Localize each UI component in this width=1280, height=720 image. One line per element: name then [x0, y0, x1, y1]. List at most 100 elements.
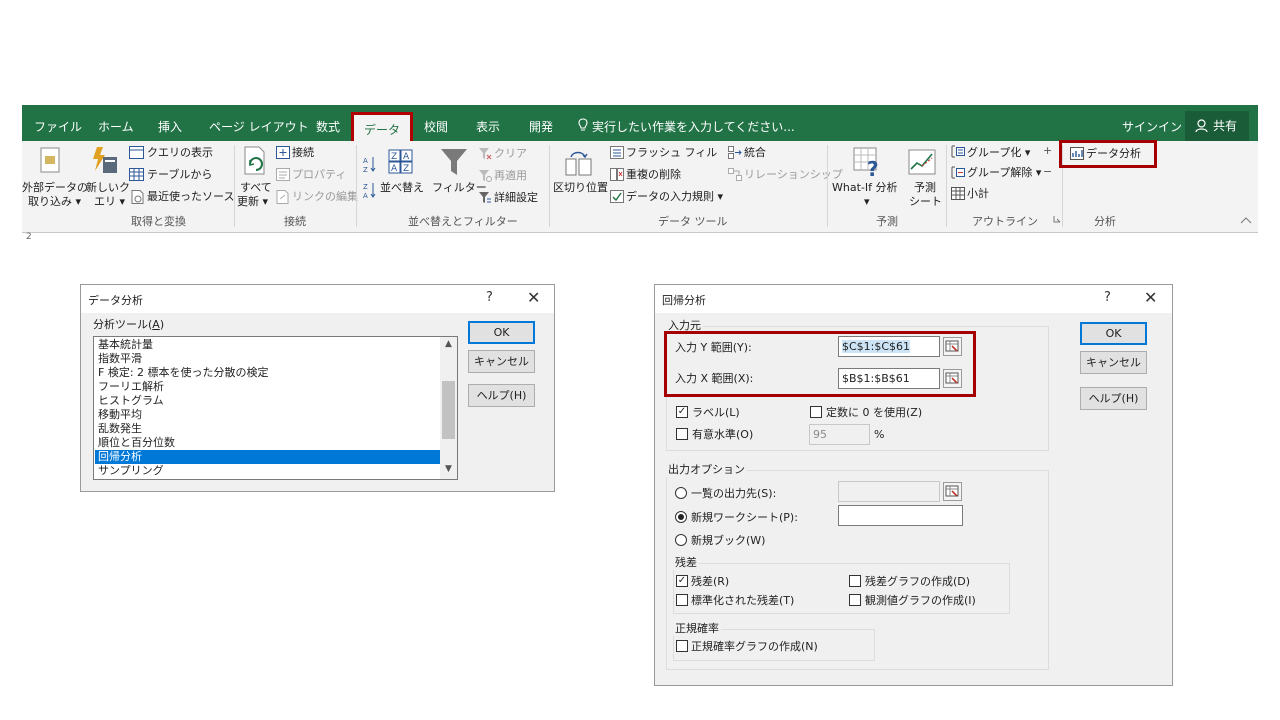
help-icon[interactable]: ? [1104, 290, 1111, 305]
what-if-analysis-label-1[interactable]: What-If 分析 [832, 181, 897, 195]
recent-sources-button[interactable]: 最近使ったソース [147, 190, 234, 204]
list-item[interactable]: フーリエ解析 [95, 380, 441, 394]
remove-duplicates-button[interactable]: 重複の削除 [626, 168, 681, 182]
y-range-value: $C$1:$C$61 [842, 340, 911, 353]
radio-selected-dot [678, 514, 684, 520]
output-range-input[interactable] [838, 481, 940, 502]
text-to-columns-button[interactable]: 区切り位置 [553, 181, 608, 195]
new-worksheet-input[interactable] [838, 505, 963, 526]
confidence-level-input[interactable]: 95 [809, 424, 870, 445]
ok-button[interactable]: OK [468, 321, 535, 344]
collapse-ribbon-icon[interactable] [1240, 217, 1252, 225]
y-range-input[interactable]: $C$1:$C$61 [838, 336, 940, 357]
list-item[interactable]: 順位と百分位数 [95, 436, 441, 450]
tab-page-layout[interactable]: ページ レイアウト [209, 105, 309, 141]
output-range-ref-button[interactable] [943, 482, 962, 501]
range-select-icon [945, 372, 959, 384]
list-item[interactable]: 移動平均 [95, 408, 441, 422]
refresh-all-label-2[interactable]: 更新 ▾ [237, 195, 268, 209]
clear-button[interactable]: クリア [494, 147, 527, 161]
scroll-up-icon[interactable]: ▲ [440, 339, 457, 349]
scroll-down-icon[interactable]: ▼ [440, 464, 457, 474]
ok-button[interactable]: OK [1080, 322, 1147, 345]
from-table-button[interactable]: テーブルから [147, 168, 212, 182]
advanced-button[interactable]: 詳細設定 [494, 191, 538, 205]
tab-view[interactable]: 表示 [476, 105, 500, 141]
tell-me-box[interactable]: 実行したい作業を入力してください... [578, 105, 795, 141]
help-button[interactable]: ヘルプ(H) [1080, 387, 1147, 410]
data-analysis-button[interactable]: データ分析 [1086, 147, 1141, 161]
tab-data[interactable]: データ [351, 112, 414, 142]
tab-file[interactable]: ファイル [34, 105, 82, 141]
y-range-ref-button[interactable] [943, 337, 962, 356]
consolidate-button[interactable]: 統合 [744, 146, 766, 160]
collapse-detail-icon[interactable]: − [1043, 165, 1052, 178]
analysis-tools-listbox[interactable]: 基本統計量 指数平滑 F 検定: 2 標本を使った分散の検定 フーリエ解析 ヒス… [93, 336, 458, 480]
tab-developer[interactable]: 開発 [529, 105, 553, 141]
help-button[interactable]: ヘルプ(H) [468, 384, 535, 407]
forecast-sheet-label-1[interactable]: 予測 [914, 181, 936, 195]
refresh-all-label-1[interactable]: すべて [240, 181, 272, 195]
scrollbar-thumb[interactable] [442, 381, 455, 439]
connections-button[interactable]: 接続 [292, 146, 314, 160]
sort-button[interactable]: 並べ替え [380, 181, 424, 195]
x-range-ref-button[interactable] [943, 369, 962, 388]
list-item[interactable]: 乱数発生 [95, 422, 441, 436]
new-workbook-radio[interactable] [675, 534, 687, 546]
tab-formulas[interactable]: 数式 [316, 105, 340, 141]
forecast-sheet-label-2[interactable]: シート [909, 195, 942, 209]
data-validation-button[interactable]: データの入力規則 ▾ [626, 190, 723, 204]
tab-review[interactable]: 校閲 [424, 105, 448, 141]
share-button[interactable]: 共有 [1185, 111, 1249, 141]
properties-button[interactable]: プロパティ [292, 168, 346, 182]
line-fit-plots-checkbox[interactable] [849, 594, 861, 606]
standardized-residuals-checkbox[interactable] [676, 594, 688, 606]
cancel-button[interactable]: キャンセル [468, 350, 535, 373]
sign-in-link[interactable]: サインイン [1122, 105, 1182, 141]
output-options-title: 出力オプション [666, 463, 747, 477]
close-icon[interactable]: ✕ [527, 288, 540, 307]
dialog-launcher-icon[interactable] [1053, 215, 1061, 223]
close-icon[interactable]: ✕ [1144, 288, 1157, 307]
list-item[interactable]: ヒストグラム [95, 394, 441, 408]
output-range-radio[interactable] [675, 487, 687, 499]
new-query-label-2[interactable]: エリ ▾ [94, 195, 125, 209]
reapply-button[interactable]: 再適用 [494, 169, 527, 183]
list-item[interactable]: 回帰分析 [95, 450, 441, 464]
normal-probability-label: 正規確率グラフの作成(N) [691, 640, 818, 653]
residual-plots-checkbox[interactable] [849, 575, 861, 587]
tab-insert[interactable]: 挿入 [158, 105, 182, 141]
cancel-button[interactable]: キャンセル [1080, 351, 1147, 374]
help-icon[interactable]: ? [486, 290, 493, 305]
ungroup-button[interactable]: グループ解除 ▾ [967, 166, 1041, 180]
list-item[interactable]: 指数平滑 [95, 352, 441, 366]
edit-links-icon [276, 190, 289, 204]
list-item[interactable]: F 検定: 2 標本を使った分散の検定 [95, 366, 441, 380]
normal-probability-checkbox[interactable] [676, 640, 688, 652]
new-worksheet-radio[interactable] [675, 511, 687, 523]
show-queries-button[interactable]: クエリの表示 [147, 146, 213, 160]
share-label: 共有 [1213, 119, 1238, 133]
external-data-label-1[interactable]: 外部データの [22, 181, 88, 195]
tab-home[interactable]: ホーム [98, 105, 134, 141]
connections-icon [276, 146, 290, 159]
external-data-label-2[interactable]: 取り込み ▾ [28, 195, 81, 209]
expand-detail-icon[interactable]: + [1043, 144, 1052, 157]
flash-fill-button[interactable]: フラッシュ フィル [626, 146, 717, 160]
list-item[interactable]: サンプリング [95, 464, 441, 478]
new-query-label-1[interactable]: 新しいク [86, 181, 130, 195]
labels-checkbox[interactable]: ✓ [676, 406, 688, 418]
list-item[interactable]: 基本統計量 [95, 338, 441, 352]
residuals-checkbox[interactable]: ✓ [676, 575, 688, 587]
listbox-scrollbar[interactable]: ▲ ▼ [440, 337, 457, 479]
svg-text:A: A [363, 192, 368, 199]
group-button[interactable]: グループ化 ▾ [967, 146, 1030, 160]
svg-text:Z: Z [391, 152, 397, 162]
group-label-forecast: 予測 [876, 215, 898, 228]
confidence-level-checkbox[interactable] [676, 428, 688, 440]
constant-zero-checkbox[interactable] [810, 406, 822, 418]
what-if-analysis-label-2[interactable]: ▾ [864, 195, 870, 209]
x-range-input[interactable]: $B$1:$B$61 [838, 368, 940, 389]
subtotal-button[interactable]: 小計 [967, 187, 989, 201]
edit-links-button[interactable]: リンクの編集 [292, 190, 358, 204]
